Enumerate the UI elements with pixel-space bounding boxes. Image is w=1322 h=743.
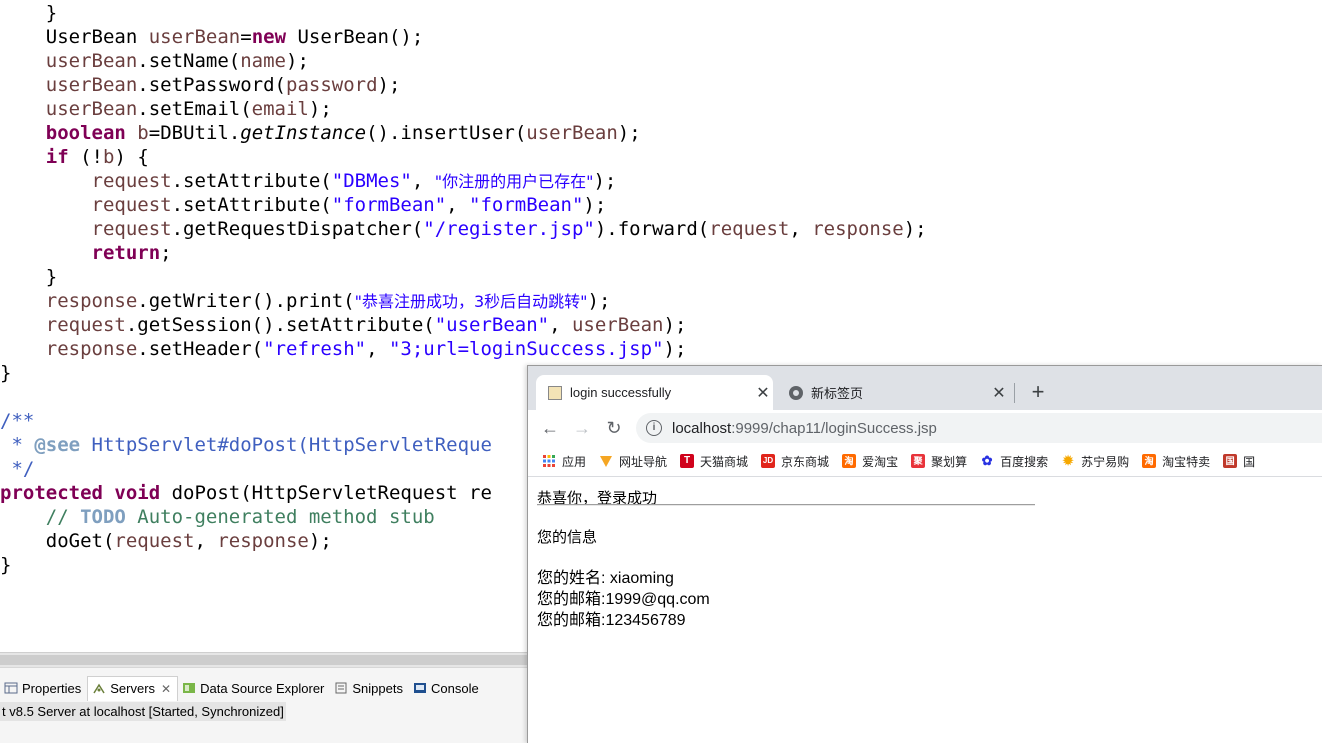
code-line[interactable]: }: [0, 1, 927, 25]
bookmark-label: 苏宁易购: [1081, 454, 1130, 469]
chrome-icon: [789, 385, 803, 400]
data-source-icon: [182, 682, 196, 694]
code-line[interactable]: return;: [0, 241, 927, 265]
bookmark-juhuasuan[interactable]: 聚 聚划算: [911, 453, 967, 470]
bookmarks-bar: 应用 网址导航 T 天猫商城 JD 京东商城 淘 爱淘宝 聚 聚划算 ✿ 百度搜…: [528, 446, 1322, 477]
code-line[interactable]: UserBean userBean=new UserBean();: [0, 25, 927, 49]
info-icon[interactable]: i: [646, 420, 662, 436]
bookmark-label: 京东商城: [781, 454, 830, 469]
servers-icon: [92, 683, 106, 695]
tab-label: Servers: [110, 681, 156, 696]
browser-window: login successfully ✕ 新标签页 ✕ + ← → ↻ i lo…: [527, 365, 1322, 743]
url-path: :9999/chap11/loginSuccess.jsp: [731, 419, 937, 437]
bookmark-baidu[interactable]: ✿ 百度搜索: [980, 453, 1048, 470]
suning-icon: ✹: [1062, 453, 1074, 468]
info-heading: 您的信息: [537, 529, 598, 546]
bookmark-label: 网址导航: [619, 454, 668, 469]
address-bar[interactable]: i localhost:9999/chap11/loginSuccess.jsp: [636, 413, 1322, 443]
forward-button[interactable]: →: [570, 416, 594, 440]
code-line[interactable]: request.setAttribute("DBMes", "你注册的用户已存在…: [0, 169, 927, 193]
close-tab-icon[interactable]: ✕: [989, 383, 1009, 403]
jd-icon: JD: [761, 454, 776, 468]
page-favicon-icon: [548, 385, 562, 400]
code-line[interactable]: }: [0, 265, 927, 289]
bookmark-label: 淘宝特卖: [1162, 454, 1211, 469]
reload-button[interactable]: ↻: [602, 416, 626, 440]
url-host: localhost: [672, 419, 732, 437]
code-line[interactable]: if (!b) {: [0, 145, 927, 169]
page-content: 恭喜你，登录成功 您的信息 您的姓名: xiaoming 您的邮箱:1999@q…: [528, 477, 1322, 743]
code-line[interactable]: request.getSession().setAttribute("userB…: [0, 313, 927, 337]
views-tab-bar: Properties Servers ✕ Data Source Explore…: [0, 675, 485, 701]
bookmark-apps[interactable]: 应用: [542, 453, 586, 470]
close-icon[interactable]: ✕: [161, 682, 171, 696]
code-line[interactable]: boolean b=DBUtil.getInstance().insertUse…: [0, 121, 927, 145]
code-line[interactable]: request.setAttribute("formBean", "formBe…: [0, 193, 927, 217]
bookmark-label: 天猫商城: [700, 454, 749, 469]
bookmark-label: 爱淘宝: [862, 454, 899, 469]
editor-horizontal-scrollbar[interactable]: [0, 652, 528, 667]
tab-servers[interactable]: Servers ✕: [87, 675, 179, 701]
guo-icon: 国: [1223, 454, 1238, 468]
bookmark-suning[interactable]: ✹ 苏宁易购: [1061, 453, 1129, 470]
server-entry[interactable]: t v8.5 Server at localhost [Started, Syn…: [0, 702, 286, 721]
new-tab-button[interactable]: +: [1028, 378, 1048, 406]
code-line[interactable]: userBean.setPassword(password);: [0, 73, 927, 97]
tab-label: Console: [430, 680, 479, 696]
code-line[interactable]: response.setHeader("refresh", "3;url=log…: [0, 337, 927, 361]
bookmark-aitaobao[interactable]: 淘 爱淘宝: [842, 453, 898, 470]
tab-properties[interactable]: Properties: [0, 676, 87, 700]
bookmark-taobao-sale[interactable]: 淘 淘宝特卖: [1142, 453, 1210, 470]
properties-icon: [4, 682, 18, 694]
bookmark-label: 国: [1243, 454, 1256, 469]
bookmark-jd[interactable]: JD 京东商城: [761, 453, 829, 470]
tab-console[interactable]: Console: [409, 676, 485, 700]
bookmark-nav-site[interactable]: 网址导航: [599, 453, 667, 470]
bookmark-label: 聚划算: [931, 454, 968, 469]
tab-label: Snippets: [352, 680, 403, 696]
browser-tab-newtab[interactable]: 新标签页 ✕: [777, 375, 1009, 410]
tab-divider: [1014, 383, 1015, 403]
console-icon: [413, 682, 427, 694]
tab-data-source-explorer[interactable]: Data Source Explorer: [178, 676, 330, 700]
user-password-line: 您的邮箱:123456789: [537, 612, 686, 629]
code-line[interactable]: userBean.setEmail(email);: [0, 97, 927, 121]
tab-label: Properties: [22, 680, 82, 696]
scrollbar-thumb[interactable]: [0, 655, 528, 665]
juhuasuan-icon: 聚: [911, 454, 926, 468]
divider: [537, 504, 1035, 506]
code-line[interactable]: response.getWriter().print("恭喜注册成功，3秒后自动…: [0, 289, 927, 313]
browser-tab-strip: login successfully ✕ 新标签页 ✕ +: [528, 366, 1322, 410]
tab-title: 新标签页: [811, 386, 864, 401]
baidu-icon: ✿: [981, 453, 993, 468]
tab-label: Data Source Explorer: [200, 680, 325, 696]
browser-tab-login[interactable]: login successfully ✕: [536, 375, 773, 410]
bookmark-guo[interactable]: 国 国: [1223, 453, 1255, 470]
code-line[interactable]: userBean.setName(name);: [0, 49, 927, 73]
tab-snippets[interactable]: Snippets: [330, 676, 409, 700]
taobao-sale-icon: 淘: [1142, 454, 1157, 468]
aitaobao-icon: 淘: [842, 454, 857, 468]
back-button[interactable]: ←: [538, 416, 562, 440]
code-line[interactable]: request.getRequestDispatcher("/register.…: [0, 217, 927, 241]
snippets-icon: [334, 682, 348, 694]
views-panel: Properties Servers ✕ Data Source Explore…: [0, 667, 528, 743]
nav-site-icon: [599, 454, 613, 468]
close-tab-icon[interactable]: ✕: [753, 383, 773, 403]
bookmark-tmall[interactable]: T 天猫商城: [680, 453, 748, 470]
bookmark-label: 应用: [562, 454, 587, 469]
bookmark-label: 百度搜索: [1000, 454, 1049, 469]
apps-icon: [542, 454, 556, 468]
tab-title: login successfully: [570, 385, 672, 400]
tmall-icon: T: [680, 454, 695, 468]
browser-toolbar: ← → ↻ i localhost:9999/chap11/loginSucce…: [528, 410, 1322, 446]
